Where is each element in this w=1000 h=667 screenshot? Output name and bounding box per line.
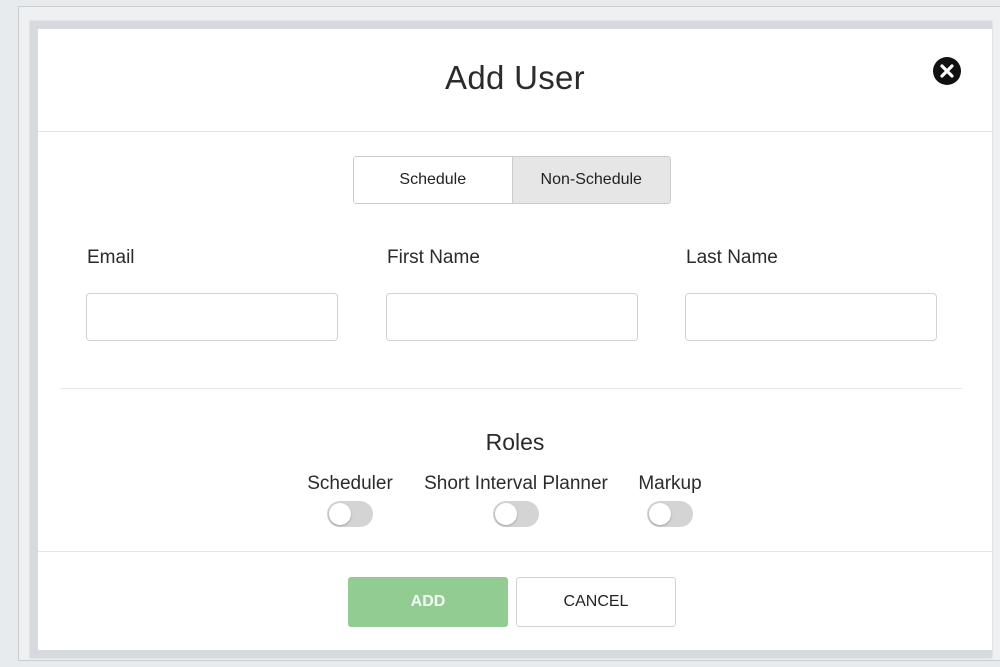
modal-header: Add User xyxy=(38,29,992,132)
role-short-interval-planner: Short Interval Planner xyxy=(409,473,623,527)
toggle-schedule[interactable]: Schedule xyxy=(354,157,512,203)
role-scheduler: Scheduler xyxy=(300,473,400,527)
email-field[interactable] xyxy=(86,293,338,341)
toggle-non-schedule[interactable]: Non-Schedule xyxy=(511,157,670,203)
email-field-group: Email xyxy=(86,247,338,341)
modal-title: Add User xyxy=(445,59,585,96)
last-name-field[interactable] xyxy=(685,293,937,341)
first-name-label: First Name xyxy=(387,247,480,268)
last-name-field-group: Last Name xyxy=(685,247,937,341)
cancel-button[interactable]: CANCEL xyxy=(516,577,676,627)
first-name-field-group: First Name xyxy=(386,247,638,341)
footer-divider xyxy=(38,551,992,552)
short-interval-planner-toggle-switch[interactable] xyxy=(493,501,539,527)
switch-knob xyxy=(649,503,671,525)
role-label-scheduler: Scheduler xyxy=(307,473,393,494)
email-label: Email xyxy=(87,247,135,268)
add-button[interactable]: ADD xyxy=(348,577,508,627)
switch-knob xyxy=(329,503,351,525)
close-icon[interactable] xyxy=(932,56,962,86)
markup-toggle-switch[interactable] xyxy=(647,501,693,527)
scheduler-toggle-switch[interactable] xyxy=(327,501,373,527)
add-user-modal: Add User Schedule Non-Schedule Email Fir… xyxy=(30,21,992,658)
user-type-toggle: Schedule Non-Schedule xyxy=(353,156,671,204)
switch-knob xyxy=(495,503,517,525)
first-name-field[interactable] xyxy=(386,293,638,341)
last-name-label: Last Name xyxy=(686,247,778,268)
role-markup: Markup xyxy=(632,473,708,527)
role-label-short-interval-planner: Short Interval Planner xyxy=(424,473,608,494)
roles-heading: Roles xyxy=(485,429,545,455)
section-divider xyxy=(60,388,962,389)
role-label-markup: Markup xyxy=(638,473,702,494)
